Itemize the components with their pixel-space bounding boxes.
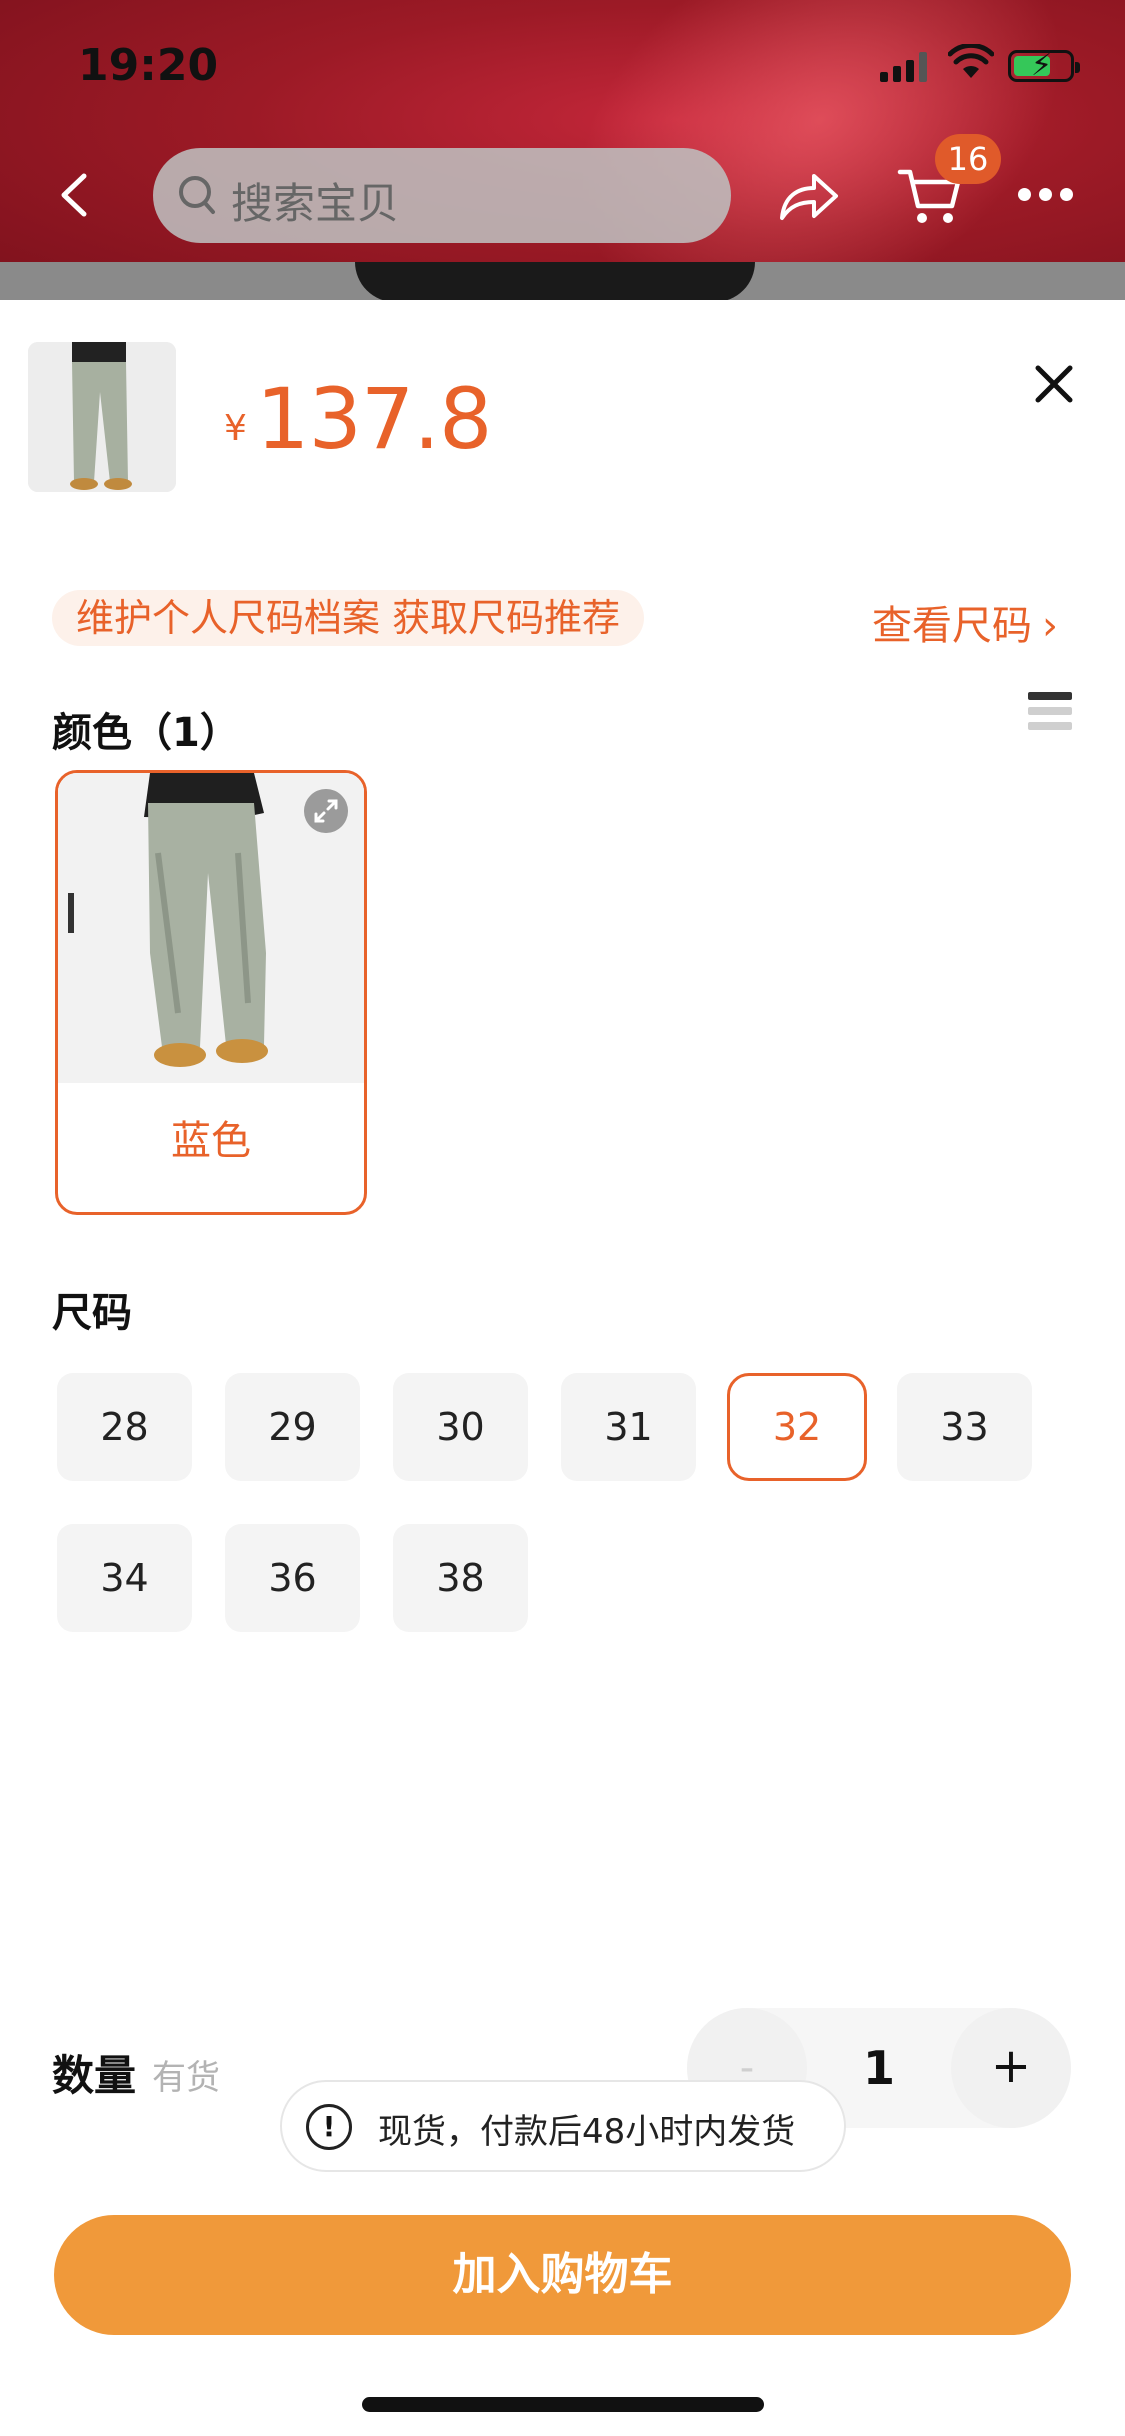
cart-count-badge: 16 — [935, 134, 1001, 184]
close-icon[interactable] — [1032, 362, 1076, 406]
home-indicator — [362, 2397, 764, 2412]
info-icon: ! — [306, 2104, 352, 2150]
top-nav: 搜索宝贝 16 — [0, 134, 1125, 250]
quantity-label: 数量 — [52, 2051, 137, 2100]
size-option-36[interactable]: 36 — [225, 1524, 360, 1632]
size-option-29[interactable]: 29 — [225, 1373, 360, 1481]
size-option-28[interactable]: 28 — [57, 1373, 192, 1481]
size-option-33[interactable]: 33 — [897, 1373, 1032, 1481]
status-bar: 19:20 ⚡ — [0, 0, 1125, 140]
more-icon[interactable] — [1018, 188, 1073, 201]
product-thumbnail[interactable] — [28, 342, 176, 492]
stock-status: 有货 — [152, 2058, 220, 2098]
quantity-value[interactable]: 1 — [839, 2008, 919, 2128]
search-input[interactable]: 搜索宝贝 — [153, 148, 731, 243]
shipping-note: ! 现货，付款后48小时内发货 — [280, 2080, 846, 2172]
chevron-right-icon: › — [1042, 603, 1058, 649]
increase-quantity-button[interactable]: + — [951, 2008, 1071, 2128]
color-option-name: 蓝色 — [171, 1118, 251, 1164]
size-profile-tip[interactable]: 维护个人尺码档案 获取尺码推荐 — [52, 590, 645, 646]
size-option-30[interactable]: 30 — [393, 1373, 528, 1481]
list-view-icon[interactable] — [1028, 692, 1072, 738]
size-option-31[interactable]: 31 — [561, 1373, 696, 1481]
size-option-32-selected[interactable]: 32 — [727, 1373, 867, 1481]
share-icon[interactable] — [776, 168, 840, 224]
size-option-38[interactable]: 38 — [393, 1524, 528, 1632]
status-time: 19:20 — [78, 40, 219, 91]
view-size-chart-link[interactable]: 查看尺码 › — [872, 593, 1058, 651]
back-icon[interactable] — [54, 170, 94, 220]
color-section-label: 颜色（1） — [52, 710, 240, 756]
shipping-note-text: 现货，付款后48小时内发货 — [378, 2112, 796, 2152]
currency-symbol: ¥ — [224, 408, 247, 449]
search-icon — [179, 176, 215, 214]
wifi-icon — [948, 44, 994, 78]
cellular-signal-icon — [880, 52, 927, 82]
size-option-34[interactable]: 34 — [57, 1524, 192, 1632]
product-price: 137.8 — [256, 370, 492, 468]
sku-selection-sheet: ¥ 137.8 维护个人尺码档案 获取尺码推荐 查看尺码› 颜色（1） 蓝色 — [0, 300, 1125, 2436]
size-section-label: 尺码 — [52, 1290, 132, 1336]
add-to-cart-button[interactable]: 加入购物车 — [54, 2215, 1071, 2335]
view-size-chart-label: 查看尺码 — [872, 603, 1032, 649]
search-placeholder: 搜索宝贝 — [231, 179, 400, 228]
color-option-card[interactable]: 蓝色 — [55, 770, 367, 1215]
expand-icon[interactable] — [304, 789, 348, 833]
battery-icon: ⚡ — [1008, 48, 1080, 83]
